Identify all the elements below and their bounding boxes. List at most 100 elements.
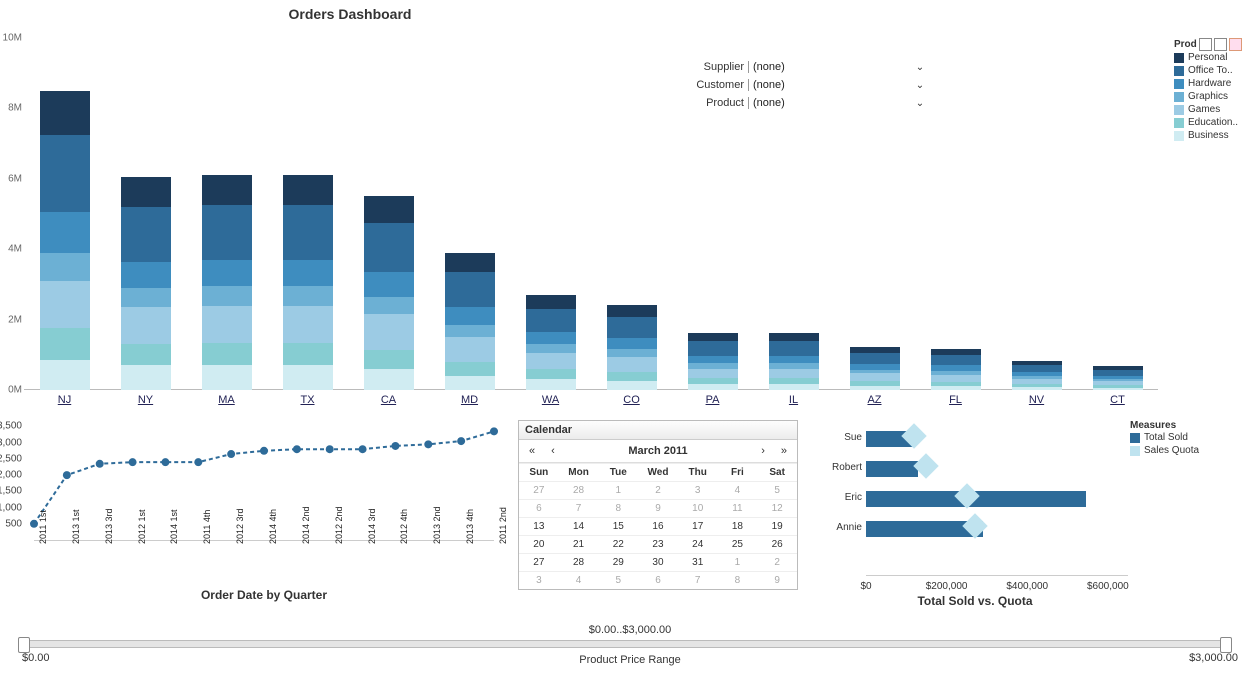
prev-fast-icon[interactable]: « <box>523 444 541 458</box>
legend-item[interactable]: Hardware <box>1174 77 1252 90</box>
legend-item[interactable]: Education.. <box>1174 116 1252 129</box>
calendar-day[interactable]: 24 <box>678 535 718 553</box>
calendar-day[interactable]: 13 <box>519 517 559 535</box>
data-point[interactable] <box>30 520 38 528</box>
legend-item[interactable]: Office To.. <box>1174 64 1252 77</box>
bullet-row-sue[interactable]: Sue <box>866 428 1128 450</box>
bar-MD[interactable]: MD <box>445 253 495 390</box>
calendar-day[interactable]: 12 <box>757 499 797 517</box>
bar-AZ[interactable]: AZ <box>850 347 900 390</box>
data-point[interactable] <box>129 458 137 466</box>
legend-item[interactable]: Total Sold <box>1130 431 1240 444</box>
calendar-day[interactable]: 10 <box>678 499 718 517</box>
bar-label[interactable]: TX <box>283 394 333 406</box>
calendar-day[interactable]: 7 <box>678 571 718 589</box>
bullet-row-annie[interactable]: Annie <box>866 518 1128 540</box>
calendar-day[interactable]: 4 <box>718 481 758 499</box>
data-point[interactable] <box>96 460 104 468</box>
calendar-day[interactable]: 2 <box>757 553 797 571</box>
calendar-day[interactable]: 21 <box>559 535 599 553</box>
calendar-day[interactable]: 9 <box>638 499 678 517</box>
bullet-row-eric[interactable]: Eric <box>866 488 1128 510</box>
filter-customer[interactable]: Customer (none) ⌄ <box>682 76 942 94</box>
calendar-day[interactable]: 1 <box>598 481 638 499</box>
bar-label[interactable]: NV <box>1012 394 1062 406</box>
calendar-day[interactable]: 27 <box>519 553 559 571</box>
bar-MA[interactable]: MA <box>202 175 252 390</box>
filter-supplier[interactable]: Supplier (none) ⌄ <box>682 58 942 76</box>
calendar-day[interactable]: 19 <box>757 517 797 535</box>
legend-bar-icon[interactable] <box>1214 38 1227 51</box>
bar-label[interactable]: IL <box>769 394 819 406</box>
bar-label[interactable]: NJ <box>40 394 90 406</box>
bar-CO[interactable]: CO <box>607 305 657 390</box>
calendar-day[interactable]: 30 <box>638 553 678 571</box>
calendar[interactable]: Calendar « ‹ March 2011 › » SunMonTueWed… <box>518 420 798 590</box>
bar-IL[interactable]: IL <box>769 333 819 390</box>
bar-TX[interactable]: TX <box>283 175 333 390</box>
bar-label[interactable]: PA <box>688 394 738 406</box>
data-point[interactable] <box>359 445 367 453</box>
data-point[interactable] <box>490 427 498 435</box>
data-point[interactable] <box>293 445 301 453</box>
bar-label[interactable]: WA <box>526 394 576 406</box>
calendar-day[interactable]: 1 <box>718 553 758 571</box>
calendar-day[interactable]: 18 <box>718 517 758 535</box>
bar-label[interactable]: MD <box>445 394 495 406</box>
calendar-day[interactable]: 6 <box>638 571 678 589</box>
bar-label[interactable]: CO <box>607 394 657 406</box>
legend-item[interactable]: Personal <box>1174 51 1252 64</box>
legend-item[interactable]: Graphics <box>1174 90 1252 103</box>
calendar-day[interactable]: 2 <box>638 481 678 499</box>
calendar-day[interactable]: 22 <box>598 535 638 553</box>
bar-FL[interactable]: FL <box>931 349 981 390</box>
calendar-day[interactable]: 25 <box>718 535 758 553</box>
data-point[interactable] <box>424 440 432 448</box>
legend-item[interactable]: Games <box>1174 103 1252 116</box>
legend-item[interactable]: Sales Quota <box>1130 444 1240 457</box>
bar-label[interactable]: FL <box>931 394 981 406</box>
bar-PA[interactable]: PA <box>688 333 738 390</box>
calendar-day[interactable]: 16 <box>638 517 678 535</box>
bar-CT[interactable]: CT <box>1093 366 1143 390</box>
data-point[interactable] <box>227 450 235 458</box>
calendar-day[interactable]: 9 <box>757 571 797 589</box>
data-point[interactable] <box>161 458 169 466</box>
slider-thumb-max[interactable] <box>1220 637 1232 653</box>
chevron-down-icon[interactable]: ⌄ <box>913 98 927 109</box>
calendar-day[interactable]: 14 <box>559 517 599 535</box>
chevron-down-icon[interactable]: ⌄ <box>913 62 927 73</box>
legend-grid-icon[interactable] <box>1199 38 1212 51</box>
data-point[interactable] <box>391 442 399 450</box>
calendar-day[interactable]: 8 <box>718 571 758 589</box>
calendar-day[interactable]: 28 <box>559 553 599 571</box>
calendar-day[interactable]: 20 <box>519 535 559 553</box>
calendar-day[interactable]: 26 <box>757 535 797 553</box>
calendar-day[interactable]: 3 <box>678 481 718 499</box>
legend-edit-icon[interactable] <box>1229 38 1242 51</box>
bar-NV[interactable]: NV <box>1012 361 1062 390</box>
calendar-day[interactable]: 3 <box>519 571 559 589</box>
bar-label[interactable]: MA <box>202 394 252 406</box>
filter-product[interactable]: Product (none) ⌄ <box>682 94 942 112</box>
calendar-day[interactable]: 11 <box>718 499 758 517</box>
prev-icon[interactable]: ‹ <box>545 444 561 458</box>
bar-CA[interactable]: CA <box>364 196 414 390</box>
bar-NJ[interactable]: NJ <box>40 91 90 390</box>
data-point[interactable] <box>457 437 465 445</box>
calendar-day[interactable]: 5 <box>598 571 638 589</box>
calendar-day[interactable]: 8 <box>598 499 638 517</box>
price-slider[interactable] <box>22 640 1228 648</box>
data-point[interactable] <box>326 445 334 453</box>
calendar-day[interactable]: 4 <box>559 571 599 589</box>
bar-label[interactable]: NY <box>121 394 171 406</box>
next-icon[interactable]: › <box>755 444 771 458</box>
next-fast-icon[interactable]: » <box>775 444 793 458</box>
calendar-day[interactable]: 7 <box>559 499 599 517</box>
calendar-day[interactable]: 5 <box>757 481 797 499</box>
calendar-day[interactable]: 17 <box>678 517 718 535</box>
bar-label[interactable]: AZ <box>850 394 900 406</box>
slider-thumb-min[interactable] <box>18 637 30 653</box>
bullet-row-robert[interactable]: Robert <box>866 458 1128 480</box>
bar-NY[interactable]: NY <box>121 177 171 390</box>
